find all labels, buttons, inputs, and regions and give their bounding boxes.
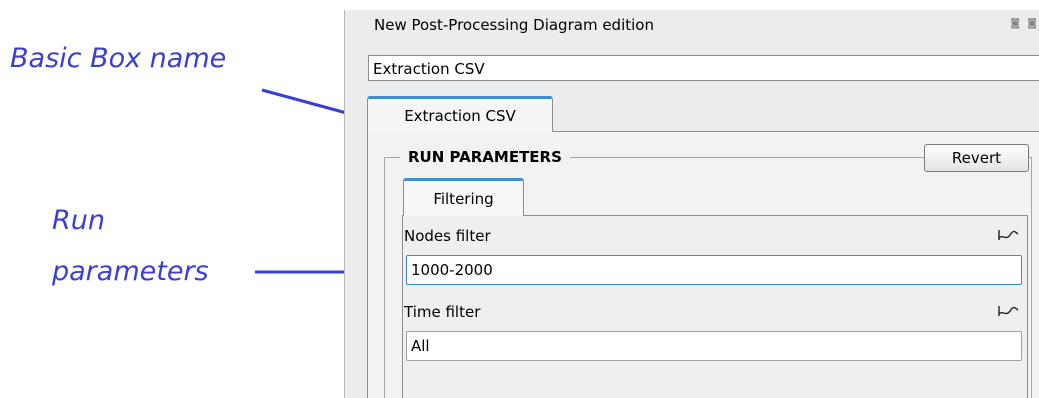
basic-box-name-input[interactable]: Extraction CSV <box>368 55 1039 81</box>
nodes-filter-input[interactable]: 1000-2000 <box>406 255 1022 285</box>
tab-filtering[interactable]: Filtering <box>403 178 524 216</box>
tab-extraction-csv[interactable]: Extraction CSV <box>367 96 553 132</box>
panel-title: New Post-Processing Diagram edition <box>374 16 654 34</box>
window-controls-icon[interactable]: ◙ ◙ <box>1010 18 1039 29</box>
run-parameters-title: RUN PARAMETERS <box>400 145 570 169</box>
nodes-filter-label: Nodes filter <box>404 227 491 245</box>
time-filter-input[interactable]: All <box>406 331 1022 361</box>
group-border-left <box>384 157 385 398</box>
filtering-pane <box>402 215 1028 398</box>
curve-icon[interactable] <box>997 228 1019 242</box>
group-border-right <box>1031 157 1032 398</box>
time-filter-label: Time filter <box>404 303 481 321</box>
revert-button[interactable]: Revert <box>924 144 1029 172</box>
curve-icon[interactable] <box>997 304 1019 318</box>
